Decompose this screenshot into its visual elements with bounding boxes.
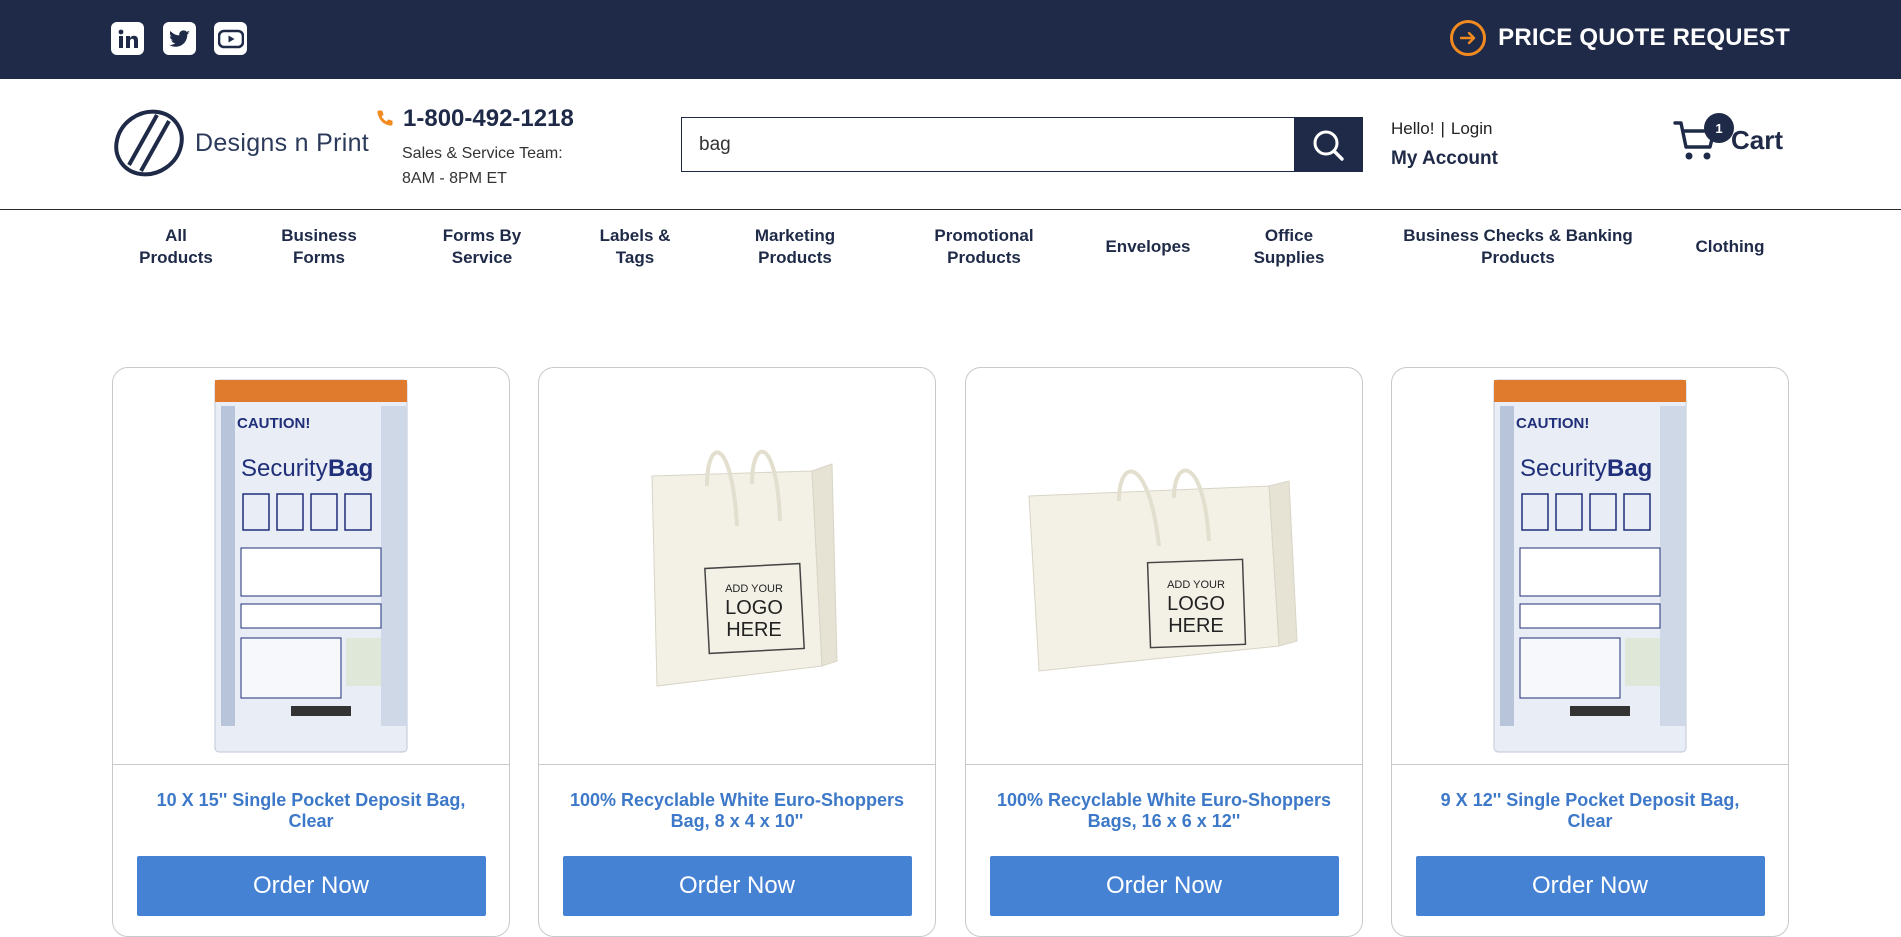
product-image[interactable]: ADD YOUR LOGO HERE: [966, 368, 1362, 765]
linkedin-icon[interactable]: [111, 22, 144, 55]
svg-text:HERE: HERE: [1168, 615, 1224, 637]
product-title[interactable]: 9 X 12'' Single Pocket Deposit Bag, Clear: [1392, 790, 1788, 834]
svg-text:HERE: HERE: [726, 619, 782, 641]
product-card: ADD YOUR LOGO HERE 100% Recyclable White…: [965, 367, 1363, 937]
hello-text: Hello!: [1391, 119, 1435, 138]
product-image[interactable]: ADD YOUR LOGO HERE: [539, 368, 935, 765]
site-logo[interactable]: Designs n Print: [111, 109, 369, 177]
order-now-button[interactable]: Order Now: [136, 856, 486, 916]
svg-text:Bag: Bag: [328, 455, 373, 482]
nav-item-promotional-products[interactable]: Promotional Products: [917, 224, 1051, 270]
shopping-bag-wide-image: ADD YOUR LOGO HERE: [1028, 468, 1298, 672]
product-card: CAUTION! Security Bag 10 X 15'' Single P…: [112, 367, 510, 937]
nav-item-envelopes[interactable]: Envelopes: [1094, 224, 1202, 270]
login-link[interactable]: Login: [1451, 119, 1493, 139]
product-card: CAUTION! Security Bag 9 X 12'' Single Po…: [1391, 367, 1789, 937]
svg-text:ADD YOUR: ADD YOUR: [1167, 579, 1225, 591]
nav-item-all-products[interactable]: All Products: [118, 224, 234, 270]
security-bag-image: CAUTION! Security Bag: [1493, 379, 1687, 753]
youtube-icon[interactable]: [214, 22, 247, 55]
my-account-link[interactable]: My Account: [1391, 148, 1498, 170]
logo-text: Designs n Print: [195, 128, 370, 157]
nav-item-marketing-products[interactable]: Marketing Products: [730, 224, 860, 270]
svg-text:CAUTION!: CAUTION!: [237, 415, 310, 432]
product-title[interactable]: 100% Recyclable White Euro-Shoppers Bags,…: [966, 790, 1362, 834]
price-quote-label: PRICE QUOTE REQUEST: [1498, 24, 1790, 51]
svg-text:Security: Security: [1520, 455, 1607, 482]
svg-text:ADD YOUR: ADD YOUR: [725, 583, 783, 595]
separator: |: [1440, 119, 1445, 138]
product-image[interactable]: CAUTION! Security Bag: [113, 368, 509, 765]
cart-link[interactable]: 1 Cart: [1673, 113, 1784, 163]
twitter-icon[interactable]: [163, 22, 196, 55]
order-now-button[interactable]: Order Now: [562, 856, 912, 916]
nav-item-business-forms[interactable]: Business Forms: [262, 224, 376, 270]
svg-text:LOGO: LOGO: [725, 597, 783, 619]
product-card: ADD YOUR LOGO HERE 100% Recyclable White…: [538, 367, 936, 937]
security-bag-image: CAUTION! Security Bag: [214, 379, 408, 753]
search-icon: [1313, 130, 1344, 161]
main-nav: All Products Business Forms Forms By Servic…: [0, 224, 1901, 270]
nav-item-labels-tags[interactable]: Labels & Tags: [580, 224, 690, 270]
nav-item-business-checks-banking[interactable]: Business Checks & Banking Products: [1392, 224, 1644, 270]
search-button[interactable]: [1294, 118, 1362, 171]
phone-number[interactable]: 1-800-492-1218: [403, 105, 574, 133]
price-quote-request-link[interactable]: PRICE QUOTE REQUEST: [1450, 20, 1790, 56]
top-bar: PRICE QUOTE REQUEST: [0, 0, 1901, 79]
contact-info: 1-800-492-1218 Sales & Service Team: 8AM…: [375, 105, 574, 191]
site-header: Designs n Print 1-800-492-1218 Sales & S…: [0, 79, 1901, 210]
search-input[interactable]: [682, 118, 1294, 171]
nav-item-office-supplies[interactable]: Office Supplies: [1240, 224, 1338, 270]
product-image[interactable]: CAUTION! Security Bag: [1392, 368, 1788, 765]
arrow-right-circle-icon: [1450, 20, 1487, 56]
product-title[interactable]: 10 X 15'' Single Pocket Deposit Bag, Clea…: [113, 790, 509, 834]
product-title[interactable]: 100% Recyclable White Euro-Shoppers Bag, …: [539, 790, 935, 834]
business-hours: 8AM - 8PM ET: [402, 170, 507, 187]
order-now-button[interactable]: Order Now: [1415, 856, 1765, 916]
cart-count-badge: 1: [1704, 113, 1734, 143]
shopping-bag-image: ADD YOUR LOGO HERE: [651, 449, 838, 687]
account-area: Hello! | Login My Account: [1391, 119, 1498, 170]
svg-text:LOGO: LOGO: [1167, 593, 1225, 615]
search-bar: [681, 117, 1363, 172]
order-now-button[interactable]: Order Now: [989, 856, 1339, 916]
phone-icon: [377, 110, 393, 126]
logo-mark-icon: [114, 109, 184, 177]
nav-item-clothing[interactable]: Clothing: [1680, 224, 1780, 270]
nav-item-forms-by-service[interactable]: Forms By Service: [420, 224, 544, 270]
svg-text:Bag: Bag: [1607, 455, 1652, 482]
sales-team-label: Sales & Service Team:: [402, 145, 563, 162]
svg-text:Security: Security: [241, 455, 328, 482]
svg-text:CAUTION!: CAUTION!: [1516, 415, 1589, 432]
cart-label: Cart: [1731, 124, 1784, 155]
